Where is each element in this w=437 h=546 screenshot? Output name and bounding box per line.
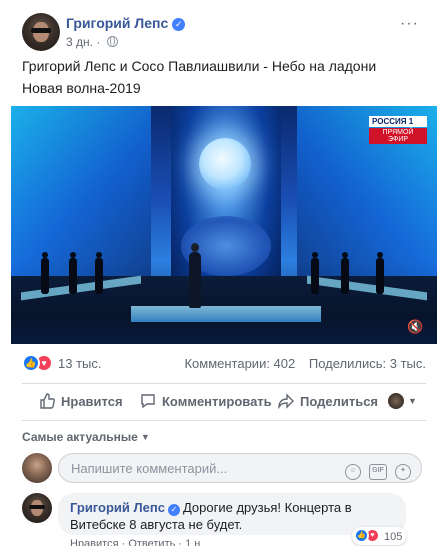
post-time[interactable]: 3 дн. bbox=[66, 35, 93, 49]
author-name-row[interactable]: Григорий Лепс ✓ bbox=[66, 15, 186, 31]
like-reaction-icon: 👍 bbox=[22, 354, 40, 372]
post-stats: Комментарии: 402 Поделились: 3 тыс. bbox=[174, 356, 426, 371]
gif-icon[interactable]: GIF bbox=[369, 464, 387, 480]
divider bbox=[22, 420, 426, 421]
viewer-comment-avatar bbox=[22, 453, 52, 483]
post-as-selector[interactable]: ▼ bbox=[388, 393, 418, 411]
avatar-glasses bbox=[31, 28, 51, 33]
post-text-line-2: Новая волна-2019 bbox=[22, 80, 141, 96]
comment-sort-label: Самые актуальные bbox=[22, 430, 138, 444]
volume-mute-icon[interactable]: 🔇 bbox=[407, 320, 423, 334]
band-member bbox=[311, 252, 319, 294]
verified-badge-icon: ✓ bbox=[167, 504, 180, 516]
post-card: Григорий Лепс ✓ 3 дн. · ··· Григорий Лепс… bbox=[0, 0, 437, 546]
channel-name: РОССИЯ 1 bbox=[369, 116, 427, 127]
comments-count[interactable]: Комментарии: 402 bbox=[184, 356, 295, 371]
post-actions: Нравится Комментировать Поделиться ▼ bbox=[22, 388, 426, 416]
like-label: Нравится bbox=[61, 394, 123, 409]
stage-platform bbox=[131, 306, 321, 322]
globe-icon bbox=[106, 36, 118, 47]
comment-input-tools: ☺ GIF ✦ bbox=[337, 460, 411, 480]
comment-author[interactable]: Григорий Лепс bbox=[70, 500, 165, 515]
author-name[interactable]: Григорий Лепс bbox=[66, 15, 168, 31]
channel-logo: РОССИЯ 1 ПРЯМОЙ ЭФИР bbox=[369, 116, 427, 144]
comment-actions[interactable]: Нравится · Ответить · 1 н bbox=[70, 538, 200, 546]
emoji-icon[interactable]: ☺ bbox=[345, 464, 361, 480]
comment-icon bbox=[141, 394, 155, 409]
comment-reactions-count: 105 bbox=[384, 531, 403, 543]
comment-reactions[interactable]: 👍 ♥ 105 bbox=[352, 527, 407, 545]
comment-button[interactable]: Комментировать bbox=[140, 393, 272, 409]
shares-count[interactable]: Поделились: 3 тыс. bbox=[309, 356, 426, 371]
post-text-line-1: Григорий Лепс и Сосо Павлиашвили - Небо … bbox=[22, 58, 377, 74]
comment-label: Комментировать bbox=[162, 394, 272, 409]
chevron-down-icon: ▼ bbox=[408, 396, 417, 406]
more-options-icon[interactable]: ··· bbox=[400, 15, 419, 33]
band-member bbox=[341, 252, 349, 294]
band-member bbox=[95, 252, 103, 294]
like-button[interactable]: Нравится bbox=[39, 393, 123, 409]
comment-input-placeholder: Напишите комментарий... bbox=[71, 461, 228, 476]
share-button[interactable]: Поделиться bbox=[278, 393, 378, 409]
thumbs-up-icon bbox=[40, 393, 55, 409]
post-meta: 3 дн. · bbox=[66, 35, 118, 49]
band-member bbox=[69, 252, 77, 294]
avatar-glasses bbox=[29, 505, 45, 509]
author-avatar[interactable] bbox=[22, 13, 60, 51]
video-player[interactable]: РОССИЯ 1 ПРЯМОЙ ЭФИР 🔇 bbox=[11, 106, 437, 344]
divider bbox=[22, 383, 426, 384]
moon-graphic bbox=[199, 138, 251, 190]
comment-input[interactable]: Напишите комментарий... ☺ GIF ✦ bbox=[58, 453, 422, 483]
like-reaction-icon: 👍 bbox=[354, 528, 369, 543]
live-label: ПРЯМОЙ ЭФИР bbox=[369, 128, 427, 144]
sticker-icon[interactable]: ✦ bbox=[395, 464, 411, 480]
comment-sort-dropdown[interactable]: Самые актуальные ▼ bbox=[22, 430, 150, 444]
band-member bbox=[376, 252, 384, 294]
share-icon bbox=[278, 393, 294, 409]
share-label: Поделиться bbox=[300, 394, 379, 409]
reactions-count: 13 тыс. bbox=[58, 356, 102, 371]
comment-author-avatar[interactable] bbox=[22, 493, 52, 523]
viewer-avatar bbox=[388, 393, 404, 409]
post-header: Григорий Лепс ✓ 3 дн. · ··· bbox=[22, 13, 437, 53]
band-member bbox=[41, 252, 49, 294]
singer-figure bbox=[189, 243, 201, 308]
chevron-down-icon: ▼ bbox=[140, 432, 150, 442]
verified-badge-icon: ✓ bbox=[172, 18, 186, 31]
